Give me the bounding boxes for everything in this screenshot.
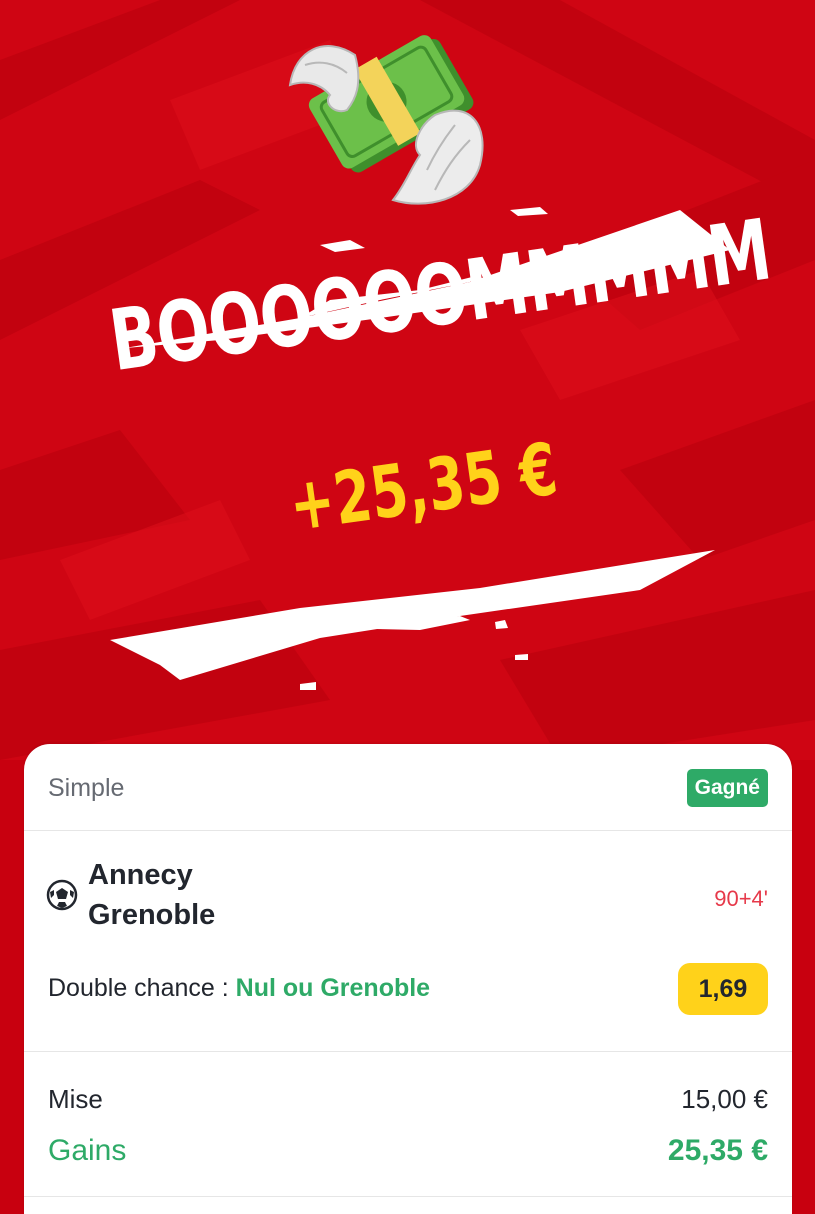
stake-label: Mise [48, 1084, 103, 1114]
winnings-value: 25,35 € [667, 1134, 768, 1167]
match-row[interactable]: Annecy Grenoble 90+4' Double chance : Nu… [24, 831, 792, 1052]
odds-badge: 1,69 [678, 963, 768, 1015]
stake-row: Mise 15,00 € [48, 1084, 768, 1124]
celebration-banner: $ BOOOOOOMMMMM +25,35 € [0, 0, 815, 760]
bet-slip-header: Simple Gagné [24, 744, 792, 831]
winnings-label: Gains [48, 1134, 127, 1167]
market-choice: Nul ou Grenoble [235, 974, 431, 1002]
win-headline: BOOOOOOMMMMM [104, 200, 777, 391]
win-amount: +25,35 € [284, 426, 563, 548]
home-team: Annecy [88, 859, 193, 891]
match-time: 90+4' [714, 886, 768, 911]
market-selection: Double chance : Nul ou Grenoble [48, 974, 430, 1003]
soccer-ball-icon [46, 879, 78, 911]
status-badge: Gagné [686, 769, 768, 807]
bet-slip-card[interactable]: Simple Gagné Annecy Grenoble 90+4' Doubl… [24, 744, 792, 1214]
away-team: Grenoble [88, 899, 216, 931]
stake-value: 15,00 € [681, 1084, 768, 1114]
winnings-row: Gains 25,35 € [48, 1134, 768, 1178]
bet-type-label: Simple [48, 774, 125, 802]
divider [24, 1196, 792, 1197]
market-label: Double chance : [48, 974, 229, 1002]
